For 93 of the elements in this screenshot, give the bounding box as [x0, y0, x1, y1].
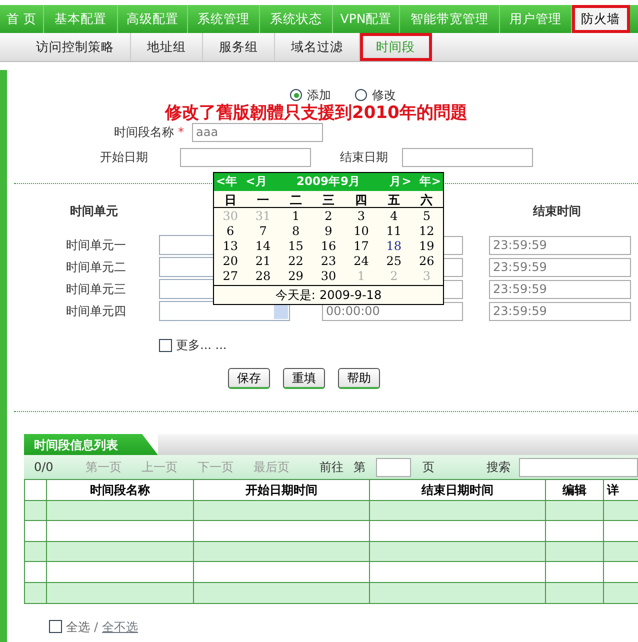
calendar-day[interactable]: 17 — [344, 239, 378, 254]
calendar-day[interactable]: 27 — [214, 269, 247, 284]
pager-label: 页 — [422, 459, 435, 476]
calendar-day[interactable]: 22 — [279, 254, 312, 269]
table-cell — [546, 562, 604, 582]
calendar-day[interactable]: 1 — [279, 209, 312, 224]
calendar-day[interactable]: 25 — [378, 254, 410, 269]
mode-radio[interactable]: 修改 — [355, 86, 396, 104]
sub-tab[interactable]: 域名过滤 — [275, 33, 360, 61]
deselect-all-link[interactable]: 全不选 — [102, 618, 138, 636]
calendar-day[interactable]: 9 — [312, 224, 345, 239]
weekday-label: 日 — [223, 192, 238, 209]
weekday-label: 四 — [354, 192, 368, 209]
annotation-text: 修改了舊版韌體只支援到2010年的問題 — [165, 104, 468, 122]
calendar-title: 2009年9月 — [295, 173, 362, 190]
form-button[interactable]: 重填 — [283, 368, 325, 389]
row-label: 时间单元一 — [66, 237, 127, 254]
calendar-day[interactable]: 4 — [378, 209, 410, 224]
today-link[interactable]: 2009-9-18 — [319, 286, 382, 304]
column-header: 时间单元 — [70, 204, 118, 218]
table-cell — [24, 562, 46, 582]
pager-label: 前往 — [320, 459, 344, 476]
today-label: 今天是: — [275, 287, 316, 304]
search-field[interactable] — [518, 458, 638, 476]
field-label: 时间段名称 — [114, 125, 174, 139]
table-cell — [24, 582, 46, 604]
table-cell — [24, 541, 46, 562]
row-label: 时间单元四 — [66, 303, 127, 320]
calendar-day[interactable]: 10 — [344, 224, 378, 239]
table-cell — [546, 582, 604, 604]
column-header: 时间段名称 — [46, 480, 194, 500]
calendar-day[interactable]: 8 — [279, 224, 312, 239]
table-cell — [24, 520, 46, 542]
calendar-day[interactable]: 29 — [279, 269, 312, 284]
end-time-field[interactable]: 23:59:59 — [489, 236, 631, 254]
calendar-day[interactable]: 13 — [214, 239, 247, 254]
weekday-label: 一 — [256, 192, 270, 209]
end-time-field[interactable]: 23:59:59 — [489, 302, 631, 320]
calendar-day[interactable]: 5 — [410, 209, 443, 224]
calendar-day[interactable]: 28 — [246, 269, 280, 284]
field-label: 开始日期 — [99, 149, 149, 166]
pager-label: 搜索 — [486, 459, 511, 476]
field-label: 结束日期 — [339, 149, 389, 166]
more-checkbox[interactable]: 更多... ... — [159, 336, 227, 354]
weekday-label: 二 — [288, 192, 303, 209]
weekday-label: 五 — [386, 192, 401, 209]
column-header: 编辑 — [546, 480, 604, 500]
weekday-label: 六 — [419, 192, 434, 209]
calendar-day[interactable]: 7 — [246, 224, 280, 239]
calendar-day[interactable]: 26 — [410, 254, 443, 269]
calendar-day[interactable]: 16 — [312, 239, 345, 254]
table-cell — [546, 541, 604, 562]
record-count: 0/0 — [34, 459, 54, 476]
column-header: 开始日期时间 — [194, 480, 370, 500]
form-button[interactable]: 保存 — [228, 368, 270, 389]
calendar-day[interactable]: 11 — [378, 224, 410, 239]
calendar-day[interactable]: 19 — [410, 239, 443, 254]
calendar-day[interactable]: 21 — [246, 254, 280, 269]
end-time-field[interactable]: 23:59:59 — [489, 258, 631, 276]
calendar-day[interactable]: 20 — [214, 254, 247, 269]
form-button[interactable]: 帮助 — [338, 368, 380, 389]
required-mark: * — [178, 125, 184, 139]
calendar-day[interactable]: 30 — [312, 269, 345, 284]
separator-text: / — [94, 618, 98, 636]
calendar-day[interactable]: 3 — [344, 209, 378, 224]
pager-label: 第 — [354, 459, 366, 476]
table-cell — [546, 500, 604, 521]
calendar-day[interactable]: 14 — [246, 239, 280, 254]
sub-tab[interactable]: 地址组 — [131, 33, 203, 61]
column-header: 结束时间 — [533, 203, 581, 220]
calendar-day[interactable]: 2 — [312, 209, 345, 224]
calendar-day[interactable]: 23 — [312, 254, 345, 269]
calendar-day[interactable]: 15 — [279, 239, 312, 254]
date-field[interactable] — [180, 148, 311, 166]
sub-tab[interactable]: 访问控制策略 — [20, 33, 131, 61]
row-label: 时间单元二 — [66, 259, 127, 276]
row-label: 时间单元三 — [66, 281, 127, 298]
mode-radio[interactable]: 添加 — [290, 86, 331, 104]
calendar-day[interactable]: 18 — [378, 239, 410, 254]
weekday-label: 三 — [321, 192, 336, 209]
column-header: 详 — [604, 480, 638, 500]
date-field[interactable] — [402, 148, 533, 166]
sub-tab[interactable]: 服务组 — [203, 33, 275, 61]
page-field[interactable] — [376, 458, 411, 476]
name-field[interactable]: aaa — [192, 122, 323, 142]
select-all-checkbox[interactable]: 全选 — [49, 618, 90, 636]
calendar-day[interactable]: 24 — [344, 254, 378, 269]
calendar-day[interactable]: 12 — [410, 224, 443, 239]
column-header: 结束日期时间 — [370, 480, 546, 500]
table-cell — [546, 520, 604, 542]
end-time-field[interactable]: 23:59:59 — [489, 280, 631, 298]
calendar-day[interactable]: 6 — [214, 224, 247, 239]
nav-tab[interactable]: 防火墙 — [572, 5, 630, 33]
